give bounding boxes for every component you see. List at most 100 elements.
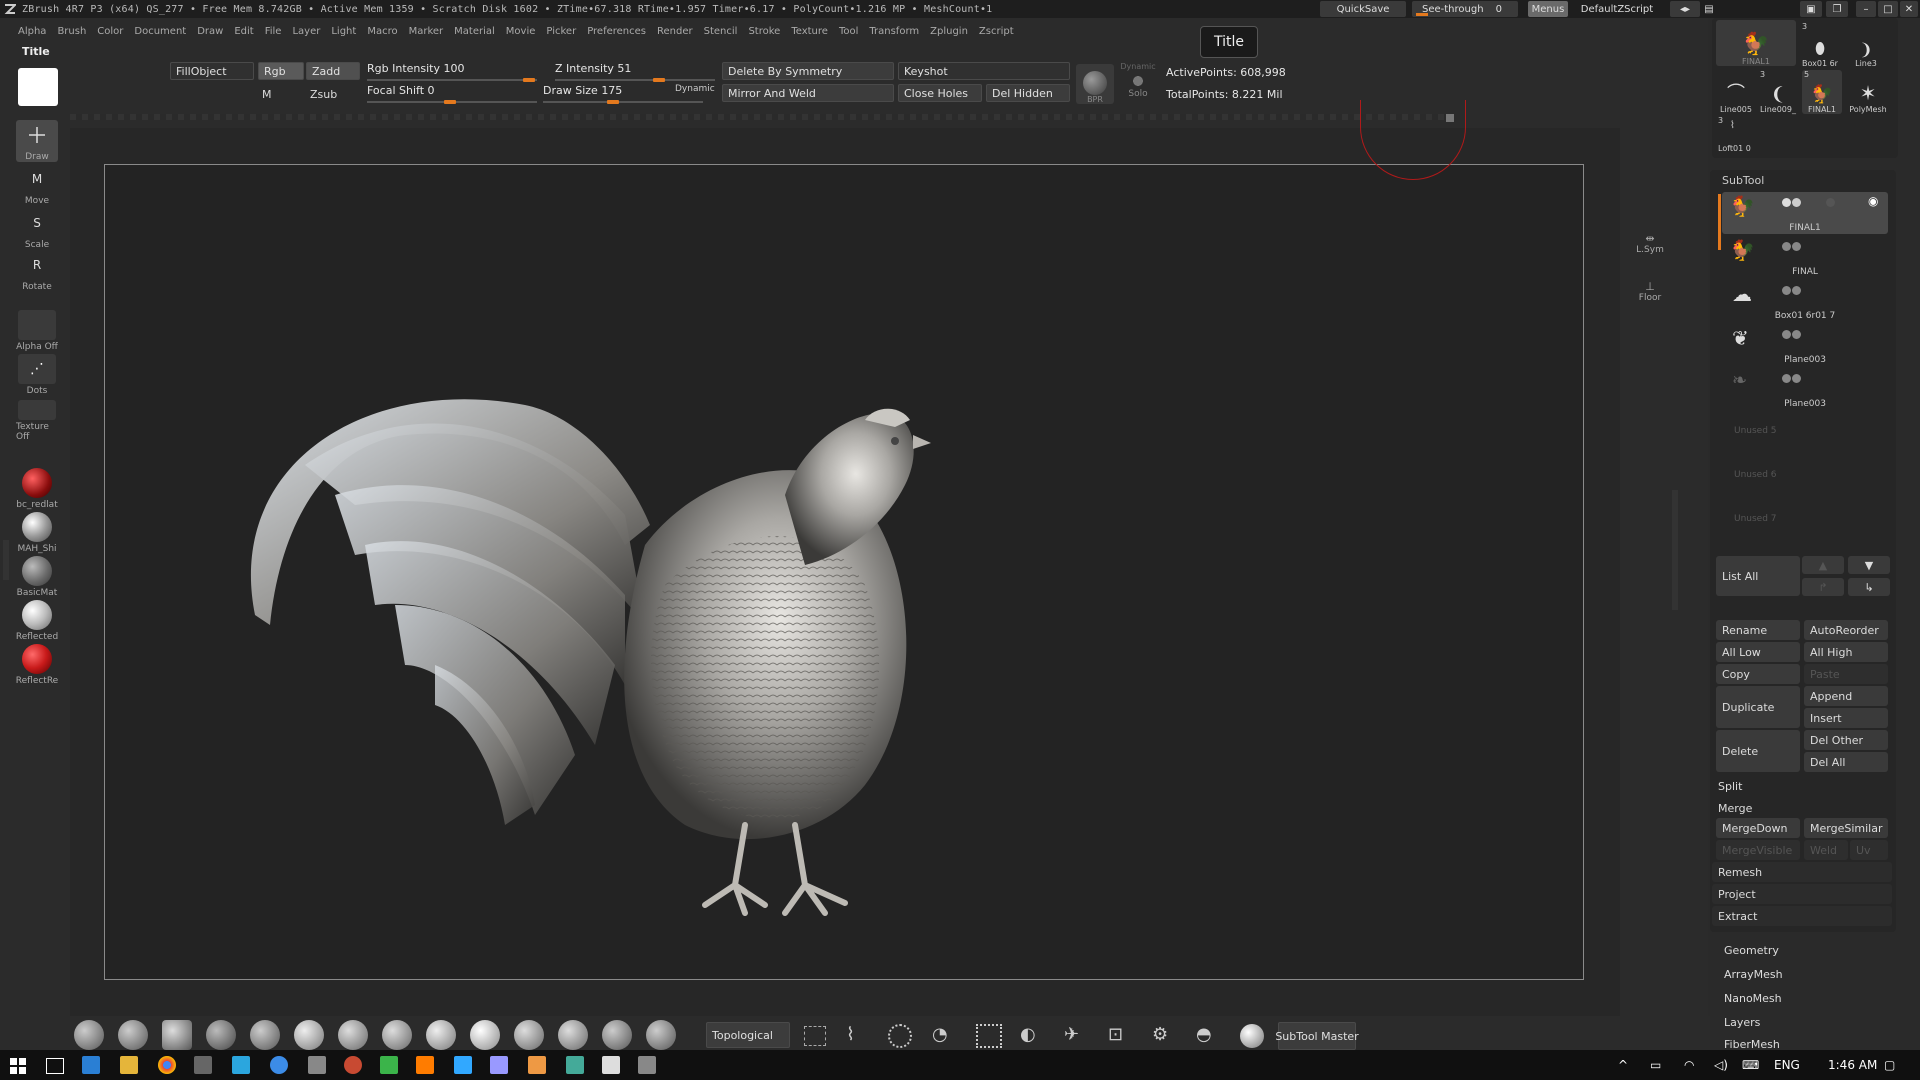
polish-brush-icon[interactable] — [646, 1020, 676, 1050]
paste-button[interactable]: Paste — [1804, 664, 1888, 684]
del-all-button[interactable]: Del All — [1804, 752, 1888, 772]
close-holes-button[interactable]: Close Holes — [898, 84, 982, 102]
merge-section[interactable]: Merge — [1712, 798, 1892, 818]
menu-movie[interactable]: Movie — [506, 26, 536, 37]
draw-size-knob[interactable] — [607, 100, 619, 104]
app-taskbar-icon-7[interactable] — [566, 1056, 584, 1074]
subtool-item-plane003-b[interactable]: ❧ Plane003 — [1722, 368, 1888, 410]
m-label[interactable]: M — [262, 88, 272, 101]
menu-zplugin[interactable]: Zplugin — [930, 26, 968, 37]
clock[interactable]: 1:46 AM — [1828, 1058, 1877, 1072]
texture-slot[interactable]: Texture Off — [16, 400, 58, 442]
volume-icon[interactable]: ◁) — [1714, 1058, 1728, 1072]
menu-edit[interactable]: Edit — [234, 26, 253, 37]
all-low-button[interactable]: All Low — [1716, 642, 1800, 662]
clip-circle-icon[interactable] — [888, 1024, 912, 1048]
tool-thumb-line009[interactable]: 3 ❨ Line009_ — [1758, 70, 1798, 114]
menu-render[interactable]: Render — [657, 26, 693, 37]
menu-alpha[interactable]: Alpha — [18, 26, 46, 37]
language-indicator[interactable]: ENG — [1774, 1058, 1800, 1072]
nanomesh-section[interactable]: NanoMesh — [1724, 992, 1782, 1005]
polypaint-toggle[interactable] — [1792, 242, 1801, 251]
polypaint-toggle[interactable] — [1792, 198, 1801, 207]
del-other-button[interactable]: Del Other — [1804, 730, 1888, 750]
inflate-brush-icon[interactable] — [338, 1020, 368, 1050]
trim-rect-icon[interactable] — [976, 1024, 1002, 1048]
left-collapse-handle[interactable] — [3, 540, 9, 580]
app-taskbar-icon-8[interactable] — [602, 1056, 620, 1074]
menu-brush[interactable]: Brush — [57, 26, 86, 37]
see-through-slider[interactable]: See-through 0 — [1412, 1, 1518, 17]
nav-arrows-button[interactable]: ◂▸ — [1670, 1, 1700, 17]
menu-draw[interactable]: Draw — [197, 26, 223, 37]
color-swatch[interactable] — [18, 68, 58, 106]
solo-button[interactable]: Dynamic Solo — [1120, 62, 1156, 104]
app-taskbar-icon-1[interactable] — [232, 1056, 250, 1074]
trim-brush-icon[interactable] — [514, 1020, 544, 1050]
maximize-icon[interactable]: □ — [1878, 1, 1898, 17]
move-up-button[interactable]: ▲ — [1802, 556, 1844, 574]
project-section[interactable]: Project — [1712, 884, 1892, 904]
notifications-icon[interactable]: ▢ — [1884, 1058, 1895, 1072]
right-collapse-handle[interactable] — [1672, 490, 1678, 610]
alpha-slot[interactable]: Alpha Off — [16, 310, 58, 352]
stroke-slot[interactable]: ⋰ Dots — [16, 354, 58, 396]
visibility-toggle[interactable] — [1782, 242, 1791, 251]
autoreorder-button[interactable]: AutoReorder — [1804, 620, 1888, 640]
lasso-icon[interactable]: ⌇ — [846, 1024, 872, 1048]
delete-by-symmetry-button[interactable]: Delete By Symmetry — [722, 62, 894, 80]
subtool-item-box01[interactable]: ☁ Box01 6r01 7 — [1722, 280, 1888, 322]
mergevisible-button[interactable]: MergeVisible — [1716, 840, 1800, 860]
draw-size-slider[interactable]: Draw Size 175 — [543, 84, 622, 97]
app-taskbar-icon-9[interactable] — [638, 1056, 656, 1074]
layers-section[interactable]: Layers — [1724, 1016, 1760, 1029]
lock-icon[interactable]: ▣ — [1800, 1, 1822, 17]
delete-button[interactable]: Delete — [1716, 730, 1800, 772]
move-tool[interactable]: M Move — [16, 164, 58, 206]
focal-shift-slider[interactable]: Focal Shift 0 — [367, 84, 435, 97]
fill-object-button[interactable]: FillObject — [170, 62, 254, 80]
menu-file[interactable]: File — [265, 26, 282, 37]
arraymesh-section[interactable]: ArrayMesh — [1724, 968, 1783, 981]
material-slot-2[interactable]: MAH_Shi — [16, 512, 58, 554]
remesh-section[interactable]: Remesh — [1712, 862, 1892, 882]
subtool-item-final1[interactable]: 🐓 ◉ FINAL1 — [1722, 192, 1888, 234]
insert-button[interactable]: Insert — [1804, 708, 1888, 728]
slice-curve-icon[interactable]: ◔ — [932, 1024, 958, 1048]
visibility-toggle[interactable] — [1782, 198, 1791, 207]
close-icon[interactable]: ✕ — [1900, 1, 1918, 17]
after-effects-icon[interactable] — [490, 1056, 508, 1074]
rename-button[interactable]: Rename — [1716, 620, 1800, 640]
tool-thumb-box01[interactable]: 3 ⬮ Box01 6r — [1800, 22, 1840, 68]
battery-icon[interactable]: ▭ — [1650, 1058, 1661, 1072]
z-intensity-knob[interactable] — [653, 78, 665, 82]
eye-icon[interactable]: ◉ — [1868, 194, 1878, 208]
wifi-icon[interactable]: ◠ — [1684, 1058, 1694, 1072]
append-button[interactable]: Append — [1804, 686, 1888, 706]
app-taskbar-icon-3[interactable] — [308, 1056, 326, 1074]
duplicate-button[interactable]: Duplicate — [1716, 686, 1800, 728]
mirror-and-weld-button[interactable]: Mirror And Weld — [722, 84, 894, 102]
focal-shift-knob[interactable] — [444, 100, 456, 104]
file-explorer-icon[interactable] — [120, 1056, 138, 1074]
visibility-toggle[interactable] — [1782, 330, 1791, 339]
clay-brush-icon[interactable] — [118, 1020, 148, 1050]
mergesimilar-button[interactable]: MergeSimilar — [1804, 818, 1888, 838]
restore-icon[interactable]: ❐ — [1826, 1, 1848, 17]
menu-document[interactable]: Document — [134, 26, 186, 37]
tool-thumb-line3[interactable]: ❩ Line3 — [1846, 22, 1886, 68]
menu-stroke[interactable]: Stroke — [748, 26, 780, 37]
subtool-item-final[interactable]: 🐓 FINAL — [1722, 236, 1888, 278]
menu-transform[interactable]: Transform — [869, 26, 919, 37]
quicksave-button[interactable]: QuickSave — [1320, 1, 1406, 17]
menu-light[interactable]: Light — [331, 26, 356, 37]
subtool-option-toggle[interactable] — [1826, 198, 1835, 207]
menu-preferences[interactable]: Preferences — [587, 26, 646, 37]
blob-brush-icon[interactable] — [470, 1020, 500, 1050]
menu-texture[interactable]: Texture — [791, 26, 828, 37]
menu-marker[interactable]: Marker — [409, 26, 444, 37]
app-taskbar-icon-5[interactable] — [380, 1056, 398, 1074]
menus-button[interactable]: Menus — [1528, 1, 1568, 17]
keyboard-icon[interactable]: ⌨ — [1742, 1058, 1759, 1072]
app-taskbar-icon-2[interactable] — [270, 1056, 288, 1074]
